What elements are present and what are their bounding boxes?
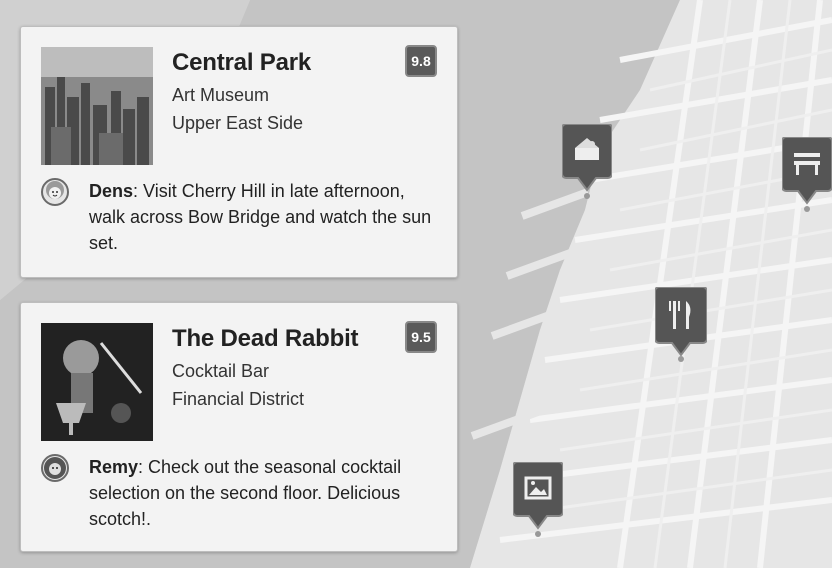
venue-neighborhood: Upper East Side bbox=[172, 113, 304, 133]
venue-score-badge: 9.8 bbox=[405, 45, 437, 77]
map-pin-museum[interactable] bbox=[562, 124, 612, 200]
venue-score-badge: 9.5 bbox=[405, 321, 437, 353]
venue-title[interactable]: Central Park bbox=[172, 49, 311, 77]
avatar[interactable] bbox=[41, 454, 69, 482]
venue-neighborhood: Financial District bbox=[172, 389, 305, 409]
tip-body: : Visit Cherry Hill in late afternoon, w… bbox=[89, 181, 432, 253]
map-pin-gallery[interactable] bbox=[513, 462, 563, 538]
venue-category: Art Museum bbox=[172, 85, 270, 105]
venue-category: Cocktail Bar bbox=[172, 361, 270, 381]
venue-thumbnail[interactable] bbox=[41, 323, 153, 441]
map-pin-restaurant[interactable] bbox=[655, 287, 707, 363]
tip-author[interactable]: Remy bbox=[89, 457, 138, 477]
tip-text: Remy: Check out the seasonal cocktail se… bbox=[89, 454, 439, 532]
venue-title[interactable]: The Dead Rabbit bbox=[172, 325, 359, 353]
tip-author[interactable]: Dens bbox=[89, 181, 133, 201]
map-pin-park[interactable] bbox=[782, 137, 832, 213]
tip-text: Dens: Visit Cherry Hill in late afternoo… bbox=[89, 178, 439, 256]
venue-thumbnail[interactable] bbox=[41, 47, 153, 165]
venue-card-central-park[interactable]: Central Park Art Museum Upper East Side … bbox=[20, 26, 458, 278]
avatar[interactable] bbox=[41, 178, 69, 206]
venue-card-dead-rabbit[interactable]: The Dead Rabbit Cocktail Bar Financial D… bbox=[20, 302, 458, 552]
